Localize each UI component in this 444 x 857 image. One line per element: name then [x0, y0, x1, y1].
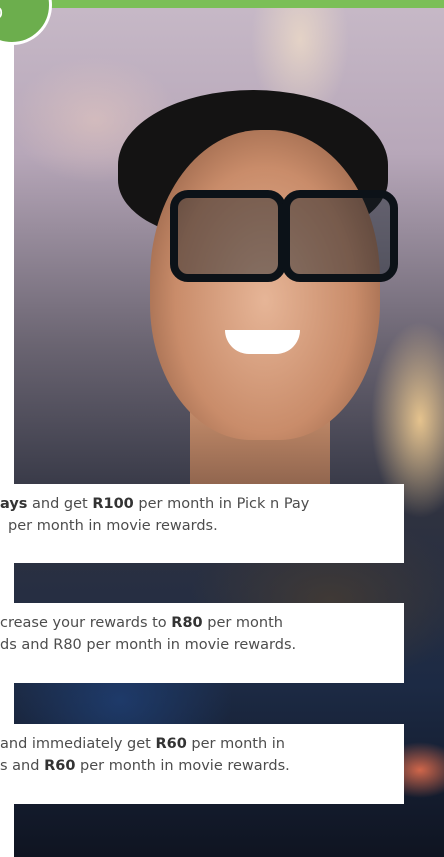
- reward-card-1-line-1: ays and get R100 per month in Pick n Pay: [0, 496, 310, 512]
- badge-text: ID: [0, 4, 3, 24]
- reward-card-1: ays and get R100 per month in Pick n Pay…: [0, 484, 404, 563]
- reward-card-3: and immediately get R60 per month in s a…: [0, 724, 404, 804]
- reward-card-3-line-1: and immediately get R60 per month in: [0, 736, 285, 752]
- reward-card-1-line-2: per month in movie rewards.: [8, 518, 218, 534]
- top-accent-strip: [0, 0, 444, 8]
- promo-hero: ID ays and get R100 per month in Pick n …: [0, 0, 444, 857]
- reward-card-2: crease your rewards to R80 per month ds …: [0, 603, 404, 683]
- reward-card-2-line-1: crease your rewards to R80 per month: [0, 615, 283, 631]
- 3d-glasses-icon: [170, 190, 398, 282]
- reward-card-3-line-2: s and R60 per month in movie rewards.: [0, 758, 290, 774]
- hero-person-face: [150, 130, 380, 440]
- reward-card-2-line-2: ds and R80 per month in movie rewards.: [0, 637, 297, 653]
